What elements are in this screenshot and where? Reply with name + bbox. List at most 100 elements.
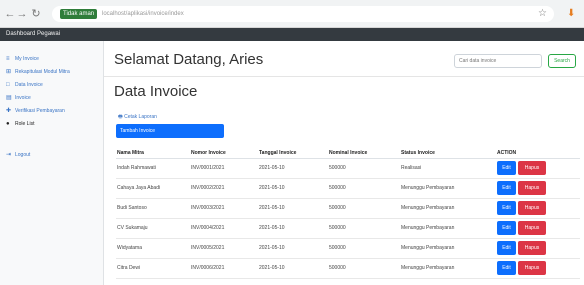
sidebar-item-label: Role List [15, 121, 35, 127]
cell-status: Realisasi [400, 158, 496, 179]
cell-actions: Edit Hapus [496, 178, 580, 199]
document-icon: □ [6, 82, 10, 88]
delete-button[interactable]: Hapus [518, 261, 546, 275]
browser-toolbar: ← → ↻ Tidak aman localhost/aplikasi/invo… [0, 0, 584, 28]
logout-icon: ⇥ [6, 152, 12, 158]
edit-button[interactable]: Edit [497, 181, 516, 195]
column-header: Tanggal Invoice [258, 148, 328, 159]
main-content: Selamat Datang, Aries Search Data Invoic… [104, 41, 584, 285]
plus-icon: ✚ [6, 108, 12, 114]
reload-icon[interactable]: ↻ [30, 8, 42, 20]
invoice-icon: ▤ [6, 95, 12, 101]
search-button[interactable]: Search [548, 54, 576, 68]
cell-invoice-number: INV/0003/2021 [190, 198, 258, 219]
cell-date: 2021-05-10 [258, 158, 328, 179]
cell-status: Menunggu Pembayaran [400, 198, 496, 219]
security-badge[interactable]: Tidak aman [60, 9, 98, 19]
sidebar: ≡ My Invoice ⊞ Rekapitulasi Modul Mitra □ D… [0, 41, 104, 285]
table-row: Budi Santoso INV/0003/2021 2021-05-10 50… [116, 198, 580, 219]
grid-icon: ⊞ [6, 69, 12, 75]
column-header: Nama Mitra [116, 148, 190, 159]
forward-icon[interactable]: → [16, 8, 28, 20]
invoice-table: Nama Mitra Nomor Invoice Tanggal Invoice… [116, 148, 580, 279]
cell-name: Widyatama [116, 238, 190, 259]
edit-button[interactable]: Edit [497, 201, 516, 215]
sidebar-item-label: My Invoice [15, 56, 39, 62]
cell-name: CV Sukamaju [116, 218, 190, 239]
url-text: localhost/aplikasi/invoice/index [102, 11, 184, 17]
page-title: Data Invoice [114, 83, 198, 100]
sidebar-item-logout[interactable]: ⇥ Logout [6, 150, 30, 160]
cell-name: Budi Santoso [116, 198, 190, 219]
cell-actions: Edit Hapus [496, 218, 580, 239]
add-invoice-button[interactable]: Tambah Invoice [116, 124, 224, 138]
cell-status: Menunggu Pembayaran [400, 238, 496, 259]
sidebar-item-label: Data Invoice [15, 82, 43, 88]
edit-button[interactable]: Edit [497, 241, 516, 255]
cell-invoice-number: INV/0004/2021 [190, 218, 258, 239]
user-icon: ● [6, 121, 10, 127]
cell-invoice-number: INV/0002/2021 [190, 178, 258, 199]
cell-invoice-number: INV/0005/2021 [190, 238, 258, 259]
sidebar-item-data-invoice[interactable]: □ Data Invoice [6, 80, 43, 90]
table-header-row: Nama Mitra Nomor Invoice Tanggal Invoice… [116, 148, 580, 159]
cell-actions: Edit Hapus [496, 258, 580, 279]
cell-status: Menunggu Pembayaran [400, 258, 496, 279]
download-icon[interactable]: ⬇ [567, 8, 575, 20]
sidebar-item-rekap[interactable]: ⊞ Rekapitulasi Modul Mitra [6, 67, 70, 77]
delete-button[interactable]: Hapus [518, 221, 546, 235]
menu-icon: ≡ [6, 56, 10, 62]
cell-date: 2021-05-10 [258, 198, 328, 219]
sidebar-item-role-list[interactable]: ● Role List [6, 119, 34, 129]
table-row: Widyatama INV/0005/2021 2021-05-10 50000… [116, 238, 580, 259]
delete-button[interactable]: Hapus [518, 241, 546, 255]
back-icon[interactable]: ← [4, 8, 16, 20]
cell-date: 2021-05-10 [258, 218, 328, 239]
sidebar-item-verifikasi[interactable]: ✚ Verifikasi Pembayaran [6, 106, 65, 116]
cell-date: 2021-05-10 [258, 178, 328, 199]
delete-button[interactable]: Hapus [518, 201, 546, 215]
edit-button[interactable]: Edit [497, 161, 516, 175]
edit-button[interactable]: Edit [497, 221, 516, 235]
cell-name: Citra Dewi [116, 258, 190, 279]
column-header: Nomor Invoice [190, 148, 258, 159]
delete-button[interactable]: Hapus [518, 161, 546, 175]
column-header: Nominal Invoice [328, 148, 400, 159]
cell-amount: 500000 [328, 258, 400, 279]
cell-actions: Edit Hapus [496, 198, 580, 219]
header-divider [104, 76, 584, 77]
table-row: CV Sukamaju INV/0004/2021 2021-05-10 500… [116, 218, 580, 239]
cell-actions: Edit Hapus [496, 158, 580, 179]
cell-amount: 500000 [328, 178, 400, 199]
cell-date: 2021-05-10 [258, 258, 328, 279]
print-report-link[interactable]: 🖶 Cetak Laporan [118, 113, 157, 122]
cell-amount: 500000 [328, 218, 400, 239]
search-input[interactable] [454, 54, 542, 68]
cell-invoice-number: INV/0006/2021 [190, 258, 258, 279]
app-brand[interactable]: Dashboard Pegawai [6, 29, 60, 40]
cell-amount: 500000 [328, 238, 400, 259]
sidebar-item-label: Invoice [15, 95, 31, 101]
sidebar-item-my-invoice[interactable]: ≡ My Invoice [6, 54, 39, 64]
cell-invoice-number: INV/0001/2021 [190, 158, 258, 179]
star-icon[interactable]: ☆ [538, 8, 547, 20]
app-header: Dashboard Pegawai [0, 28, 584, 41]
cell-status: Menunggu Pembayaran [400, 218, 496, 239]
edit-button[interactable]: Edit [497, 261, 516, 275]
cell-name: Indah Rahmawati [116, 158, 190, 179]
table-row: Citra Dewi INV/0006/2021 2021-05-10 5000… [116, 258, 580, 279]
sidebar-item-label: Logout [15, 152, 31, 158]
cell-name: Cahaya Jaya Abadi [116, 178, 190, 199]
delete-button[interactable]: Hapus [518, 181, 546, 195]
address-bar[interactable]: Tidak aman localhost/aplikasi/invoice/in… [52, 6, 554, 22]
table-row: Cahaya Jaya Abadi INV/0002/2021 2021-05-… [116, 178, 580, 199]
sidebar-item-label: Verifikasi Pembayaran [15, 108, 65, 114]
cell-actions: Edit Hapus [496, 238, 580, 259]
sidebar-item-invoice[interactable]: ▤ Invoice [6, 93, 31, 103]
sidebar-item-label: Rekapitulasi Modul Mitra [15, 69, 70, 75]
cell-date: 2021-05-10 [258, 238, 328, 259]
print-link-label: Cetak Laporan [124, 114, 157, 120]
column-header: Status Invoice [400, 148, 496, 159]
cell-amount: 500000 [328, 198, 400, 219]
column-header: ACTION [496, 148, 580, 159]
